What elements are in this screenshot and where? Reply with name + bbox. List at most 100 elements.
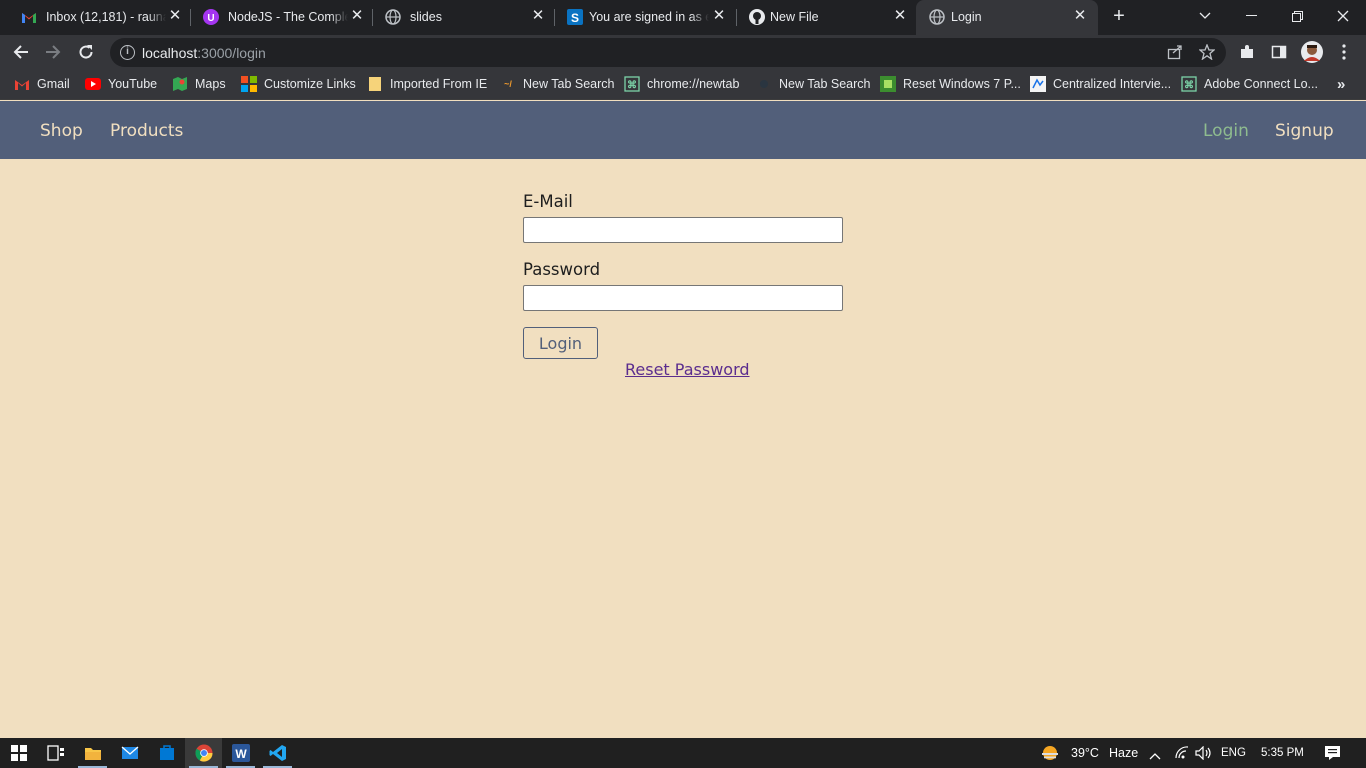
forward-arrow-icon — [46, 45, 61, 59]
clock[interactable]: 5:35 PM — [1261, 746, 1304, 760]
bookmark-maps[interactable]: Maps — [172, 75, 226, 93]
close-icon[interactable]: ✕ — [167, 8, 183, 24]
folder-icon — [84, 747, 101, 760]
svg-text:⌘: ⌘ — [627, 80, 637, 91]
chrome-icon — [194, 744, 213, 762]
chevron-up-icon[interactable] — [1149, 747, 1161, 765]
tab-title: Inbox (12,181) - raunak — [46, 10, 166, 24]
bookmark-customize-links[interactable]: Customize Links — [241, 75, 356, 93]
email-field[interactable] — [523, 217, 843, 243]
close-icon[interactable]: ✕ — [1072, 8, 1088, 24]
bookmark-label: Imported From IE — [390, 77, 488, 91]
browser-tab-strip: Inbox (12,181) - raunak ✕ U NodeJS - The… — [0, 0, 1366, 35]
extensions-button[interactable] — [1233, 38, 1261, 66]
close-icon[interactable]: ✕ — [349, 8, 365, 24]
tab-signed-in[interactable]: S You are signed in as ex ✕ — [554, 0, 736, 34]
bookmark-imported-from-ie[interactable]: Imported From IE — [367, 75, 487, 93]
reset-password-link[interactable]: Reset Password — [625, 360, 750, 380]
star-icon[interactable] — [1198, 43, 1216, 65]
restore-button[interactable] — [1274, 0, 1320, 32]
task-view-button[interactable] — [37, 738, 74, 768]
windows-taskbar: W 39°C Haze ENG 5:35 PM — [0, 738, 1366, 768]
gmail-icon — [14, 76, 30, 92]
close-icon[interactable]: ✕ — [711, 8, 727, 24]
mail-button[interactable] — [111, 738, 148, 768]
browser-toolbar: i localhost:3000/login — [0, 35, 1366, 69]
udemy-icon: U — [203, 9, 219, 25]
back-button[interactable] — [7, 38, 35, 66]
new-tab-button[interactable]: + — [1096, 0, 1142, 32]
bookmark-adobe-connect[interactable]: ⌘ Adobe Connect Lo... — [1181, 75, 1318, 93]
login-button[interactable]: Login — [523, 327, 598, 359]
profile-avatar[interactable] — [1298, 38, 1326, 66]
word-button[interactable]: W — [222, 738, 259, 768]
notification-icon[interactable] — [1324, 745, 1341, 766]
nav-products-link[interactable]: Products — [110, 120, 183, 142]
windows-logo-icon — [10, 745, 27, 761]
tab-title: New File — [770, 10, 819, 24]
bookmark-new-tab-search-2[interactable]: New Tab Search — [756, 75, 871, 93]
info-icon[interactable]: i — [120, 45, 135, 60]
weather-condition[interactable]: Haze — [1109, 746, 1138, 760]
start-button[interactable] — [0, 738, 37, 768]
bookmark-new-tab-search[interactable]: ~/ New Tab Search — [500, 75, 615, 93]
bookmark-gmail[interactable]: Gmail — [14, 75, 70, 93]
gmail-icon — [21, 9, 37, 25]
nav-login-link[interactable]: Login — [1203, 120, 1249, 142]
tab-nodejs[interactable]: U NodeJS - The Complete ✕ — [190, 0, 372, 34]
close-icon[interactable]: ✕ — [530, 8, 546, 24]
speaker-icon[interactable] — [1195, 745, 1213, 765]
close-window-button[interactable] — [1320, 0, 1366, 32]
tab-gmail[interactable]: Inbox (12,181) - raunak ✕ — [8, 0, 190, 34]
file-explorer-button[interactable] — [74, 738, 111, 768]
bookmark-label: New Tab Search — [523, 77, 615, 91]
share-icon[interactable] — [1167, 44, 1183, 65]
email-label: E-Mail — [523, 192, 573, 211]
bookmark-label: YouTube — [108, 77, 158, 91]
tab-title: You are signed in as ex — [589, 10, 709, 24]
close-icon[interactable]: ✕ — [892, 8, 908, 24]
youtube-icon — [85, 76, 101, 92]
tab-new-file[interactable]: New File ✕ — [736, 0, 914, 34]
side-panel-icon — [1271, 45, 1287, 59]
language-indicator[interactable]: ENG — [1221, 746, 1246, 760]
weather-icon[interactable] — [1040, 744, 1060, 767]
tab-login[interactable]: Login ✕ — [916, 0, 1098, 35]
reload-button[interactable] — [72, 38, 100, 66]
tab-slides[interactable]: slides ✕ — [372, 0, 554, 34]
store-button[interactable] — [148, 738, 185, 768]
bookmark-reset-windows[interactable]: Reset Windows 7 P... — [880, 75, 1021, 93]
bookmarks-bar: Gmail YouTube Maps Customize Links Impor… — [0, 69, 1366, 100]
nav-signup-link[interactable]: Signup — [1275, 120, 1334, 142]
bookmark-label: Customize Links — [264, 77, 356, 91]
circle-icon — [756, 76, 772, 92]
vscode-button[interactable] — [259, 738, 296, 768]
puzzle-icon: ⌘ — [624, 76, 640, 92]
tab-search-button[interactable] — [1182, 0, 1228, 32]
windows-icon — [241, 76, 257, 92]
forward-button[interactable] — [39, 38, 67, 66]
wifi-icon[interactable] — [1174, 746, 1190, 765]
s-icon: S — [567, 9, 583, 25]
password-label: Password — [523, 260, 601, 279]
minimize-button[interactable] — [1228, 0, 1274, 32]
address-bar[interactable]: i localhost:3000/login — [110, 38, 1226, 67]
puzzle-icon: ⌘ — [1181, 76, 1197, 92]
chrome-taskbar-button[interactable] — [185, 738, 222, 768]
bookmark-chrome-newtab[interactable]: ⌘ chrome://newtab — [624, 75, 739, 93]
maps-icon — [172, 76, 188, 92]
tab-title: NodeJS - The Complete — [228, 10, 348, 24]
password-field[interactable] — [523, 285, 843, 311]
menu-button[interactable] — [1330, 38, 1358, 66]
folder-icon — [367, 76, 383, 92]
bookmark-label: Gmail — [37, 77, 70, 91]
bookmark-centralized-interview[interactable]: Centralized Intervie... — [1030, 75, 1171, 93]
side-panel-button[interactable] — [1265, 38, 1293, 66]
github-icon — [749, 9, 765, 25]
weather-temperature[interactable]: 39°C — [1071, 746, 1099, 760]
nav-shop-link[interactable]: Shop — [40, 120, 83, 142]
app-icon — [880, 76, 896, 92]
bookmark-label: Adobe Connect Lo... — [1204, 77, 1318, 91]
more-bookmarks-button[interactable]: » — [1337, 75, 1345, 93]
bookmark-youtube[interactable]: YouTube — [85, 75, 157, 93]
